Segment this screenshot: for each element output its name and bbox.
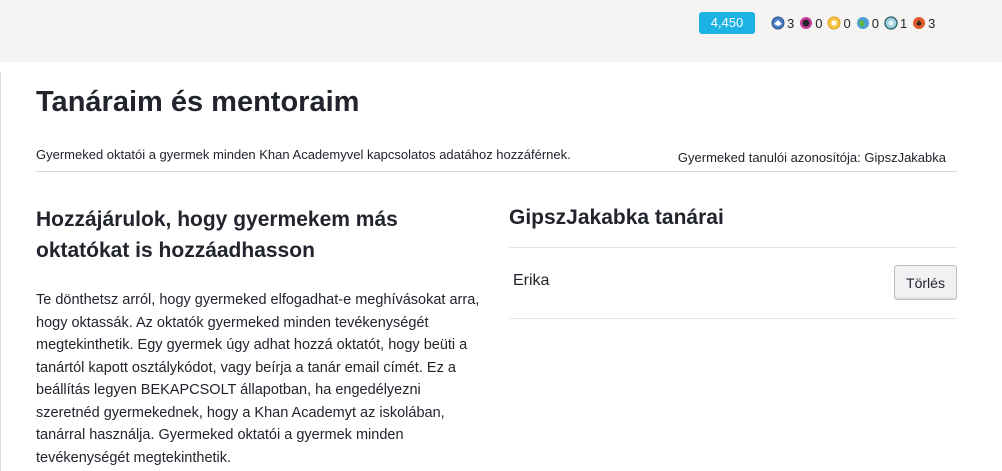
earth-badge-icon	[827, 16, 841, 30]
badge-challenge[interactable]: 3	[912, 16, 935, 31]
badge-meteorite[interactable]: 3	[771, 16, 794, 31]
badge-black-hole[interactable]: 1	[884, 16, 907, 31]
meteorite-badge-icon	[771, 16, 785, 30]
energy-points-badge[interactable]: 4,450	[699, 12, 755, 34]
card-border	[0, 72, 1, 471]
consent-heading: Hozzájárulok, hogy gyermekem más oktatók…	[36, 208, 398, 262]
badge-sun[interactable]: 0	[856, 16, 879, 31]
badge-count: 1	[899, 15, 908, 31]
teacher-name: Erika	[513, 272, 550, 289]
moon-badge-icon	[799, 16, 813, 30]
challenge-patch-icon	[912, 16, 926, 30]
teacher-row: Erika Törlés	[509, 248, 957, 319]
page-subtitle: Gyermeked oktatói a gyermek minden Khan …	[36, 147, 571, 162]
page-title: Tanáraim és mentoraim	[36, 86, 360, 118]
badge-count: 0	[815, 15, 823, 31]
badge-earth[interactable]: 0	[827, 15, 851, 31]
sun-badge-icon	[856, 16, 870, 30]
student-id-label: Gyermeked tanulói azonosítója: GipszJaka…	[677, 150, 946, 165]
black-hole-badge-icon	[884, 16, 898, 30]
teachers-heading: GipszJakabka tanárai	[509, 206, 724, 229]
header-divider	[36, 171, 957, 172]
delete-teacher-button[interactable]: Törlés	[894, 265, 957, 300]
badge-moon[interactable]: 0	[799, 16, 822, 31]
badge-count: 3	[928, 15, 936, 31]
top-bar: 4,450 3 0 0 0 1 3	[0, 0, 1002, 62]
consent-description: Te dönthetsz arról, hogy gyermeked elfog…	[36, 292, 480, 466]
badge-count: 0	[871, 15, 879, 31]
badge-counts[interactable]: 3 0 0 0 1 3	[771, 13, 935, 33]
badge-count: 0	[843, 15, 851, 31]
badge-count: 3	[787, 15, 795, 31]
